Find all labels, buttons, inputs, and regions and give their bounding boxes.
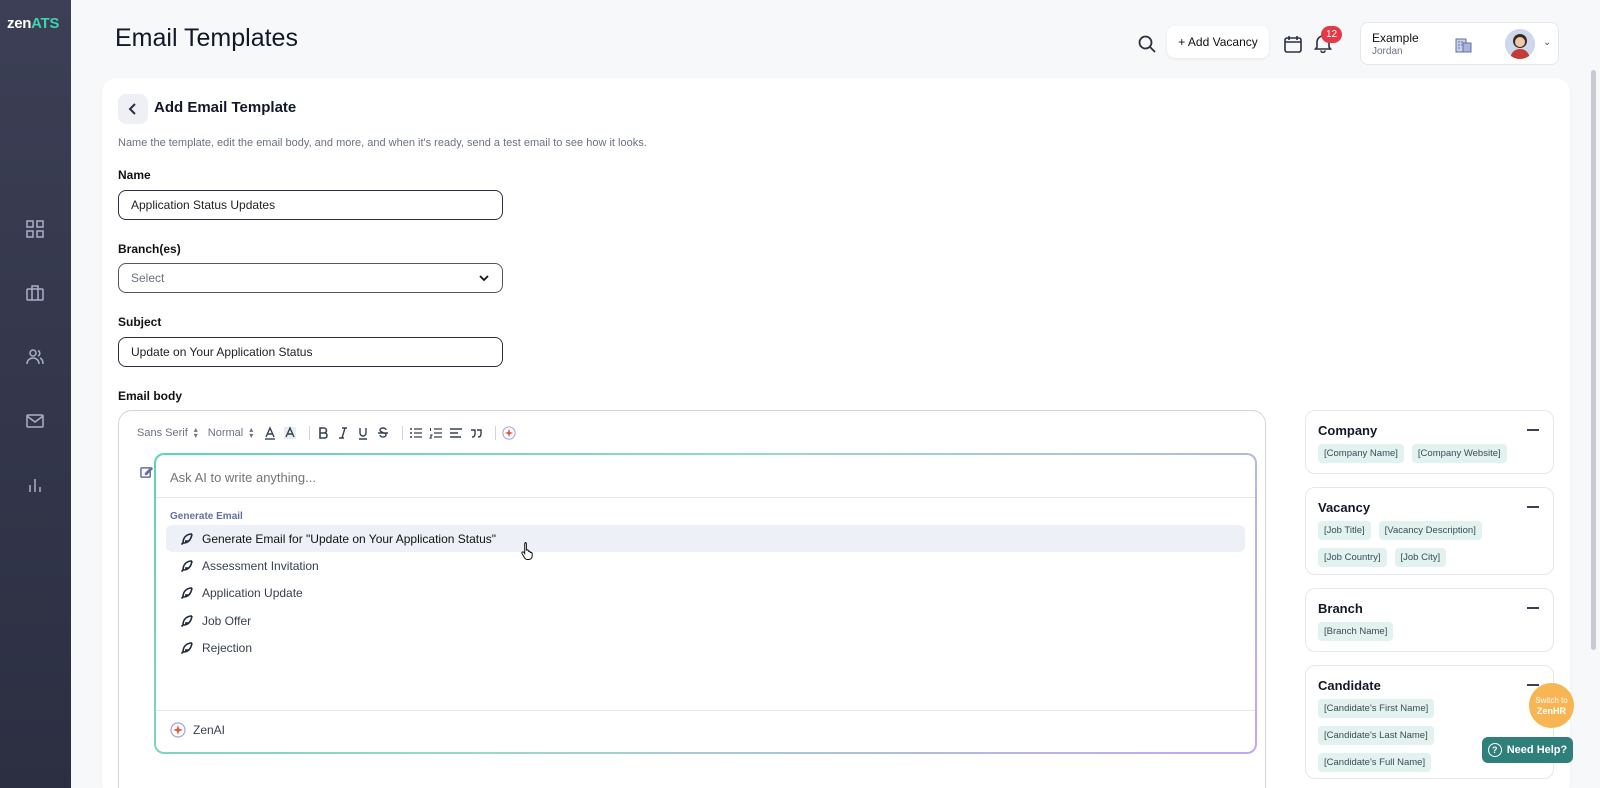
- variables-branch: Branch [Branch Name]: [1305, 588, 1554, 652]
- notification-badge: 12: [1321, 26, 1342, 43]
- variables-branch-title: Branch: [1318, 601, 1363, 616]
- user-menu[interactable]: Example Jordan ⌄: [1360, 22, 1559, 65]
- feather-icon: [180, 641, 193, 654]
- name-input[interactable]: Application Status Updates: [118, 190, 503, 220]
- chevron-down-icon: [479, 275, 489, 282]
- ai-suggestion-item[interactable]: Assessment Invitation: [166, 552, 1245, 579]
- subject-input[interactable]: Update on Your Application Status: [118, 337, 503, 367]
- calendar-icon[interactable]: [1283, 34, 1303, 54]
- sidebar: zenATS: [0, 0, 71, 788]
- variables-company: Company [Company Name] [Company Website]: [1305, 410, 1554, 474]
- people-icon[interactable]: [24, 346, 46, 368]
- avatar: [1505, 29, 1535, 59]
- variables-vacancy: Vacancy [Job Title] [Vacancy Description…: [1305, 487, 1554, 575]
- email-body-label: Email body: [118, 389, 183, 403]
- company-logo-icon: [1453, 35, 1473, 55]
- app-logo[interactable]: zenATS: [7, 15, 59, 32]
- page-title: Email Templates: [115, 24, 298, 52]
- switch-to-zenhr-button[interactable]: Switch to ZenHR: [1529, 683, 1574, 728]
- strikethrough-icon[interactable]: [376, 424, 390, 442]
- briefcase-icon[interactable]: [24, 282, 46, 304]
- variables-vacancy-title: Vacancy: [1318, 500, 1371, 515]
- ai-suggestion-item[interactable]: Generate Email for "Update on Your Appli…: [166, 525, 1245, 552]
- company-name: Example: [1372, 31, 1419, 45]
- text-color-icon[interactable]: [263, 424, 277, 442]
- mail-icon[interactable]: [24, 410, 46, 432]
- font-size-select[interactable]: Normal ▴ ▾: [208, 424, 253, 442]
- ai-suggestion-item[interactable]: Job Offer: [166, 607, 1245, 634]
- section-title: Add Email Template: [154, 99, 297, 116]
- generate-email-label: Generate Email: [170, 511, 243, 522]
- form-description: Name the template, edit the email body, …: [118, 137, 647, 149]
- pointer-cursor-icon: [521, 542, 533, 560]
- dashboard-icon[interactable]: [24, 218, 46, 240]
- bold-icon[interactable]: [316, 424, 330, 442]
- variable-tag[interactable]: [Company Website]: [1411, 444, 1507, 463]
- variable-tag[interactable]: [Candidate's First Name]: [1318, 699, 1435, 718]
- variable-tag[interactable]: [Vacancy Description]: [1378, 521, 1482, 540]
- bullet-list-icon[interactable]: [409, 424, 423, 442]
- edit-icon[interactable]: [140, 466, 154, 479]
- zenai-label: ZenAI: [170, 722, 225, 738]
- quote-icon[interactable]: [469, 424, 483, 442]
- branch-select-placeholder: Select: [131, 271, 165, 285]
- feather-icon: [180, 614, 193, 627]
- editor-toolbar: Sans Serif ▴ ▾ Normal ▴ ▾: [137, 423, 522, 443]
- ai-sparkle-icon[interactable]: [502, 424, 516, 442]
- need-help-button[interactable]: ? Need Help?: [1482, 737, 1573, 763]
- collapse-icon[interactable]: [1527, 429, 1539, 431]
- underline-icon[interactable]: [356, 424, 370, 442]
- feather-icon: [180, 532, 193, 545]
- font-family-select[interactable]: Sans Serif ▴ ▾: [137, 424, 198, 442]
- ai-suggestion-item[interactable]: Application Update: [166, 579, 1245, 606]
- variable-tag[interactable]: [Company Name]: [1318, 444, 1404, 463]
- collapse-icon[interactable]: [1527, 684, 1539, 686]
- variable-tag[interactable]: [Candidate's Full Name]: [1318, 753, 1432, 772]
- collapse-icon[interactable]: [1527, 607, 1539, 609]
- ai-suggestion-item[interactable]: Rejection: [166, 634, 1245, 661]
- variables-candidate-title: Candidate: [1318, 678, 1381, 693]
- highlight-icon[interactable]: [283, 424, 297, 442]
- variable-tag[interactable]: [Job Country]: [1318, 548, 1387, 567]
- add-vacancy-button[interactable]: + Add Vacancy: [1167, 26, 1269, 58]
- collapse-icon[interactable]: [1527, 506, 1539, 508]
- variable-tag[interactable]: [Job Title]: [1318, 521, 1371, 540]
- numbered-list-icon[interactable]: [429, 424, 443, 442]
- variables-company-title: Company: [1318, 423, 1378, 438]
- chevron-down-icon: ⌄: [1543, 37, 1552, 48]
- feather-icon: [180, 559, 193, 572]
- name-label: Name: [118, 168, 151, 182]
- zenai-icon: [170, 722, 186, 738]
- ai-assistant-panel: Generate Email Generate Email for "Updat…: [154, 453, 1257, 754]
- align-icon[interactable]: [449, 424, 463, 442]
- italic-icon[interactable]: [336, 424, 350, 442]
- question-icon: ?: [1487, 743, 1502, 757]
- back-button[interactable]: [118, 94, 148, 124]
- branch-label: Branch(es): [118, 242, 181, 256]
- user-name: Jordan: [1372, 46, 1403, 57]
- variable-tag[interactable]: [Job City]: [1394, 548, 1447, 567]
- search-icon[interactable]: [1137, 34, 1157, 54]
- feather-icon: [180, 586, 193, 599]
- scrollbar[interactable]: [1591, 70, 1596, 650]
- ai-prompt-input[interactable]: [170, 465, 1240, 489]
- variable-tag[interactable]: [Candidate's Last Name]: [1318, 726, 1434, 745]
- branch-select[interactable]: Select: [118, 263, 503, 293]
- subject-label: Subject: [118, 315, 162, 329]
- variable-tag[interactable]: [Branch Name]: [1318, 622, 1394, 641]
- chart-icon[interactable]: [24, 474, 46, 496]
